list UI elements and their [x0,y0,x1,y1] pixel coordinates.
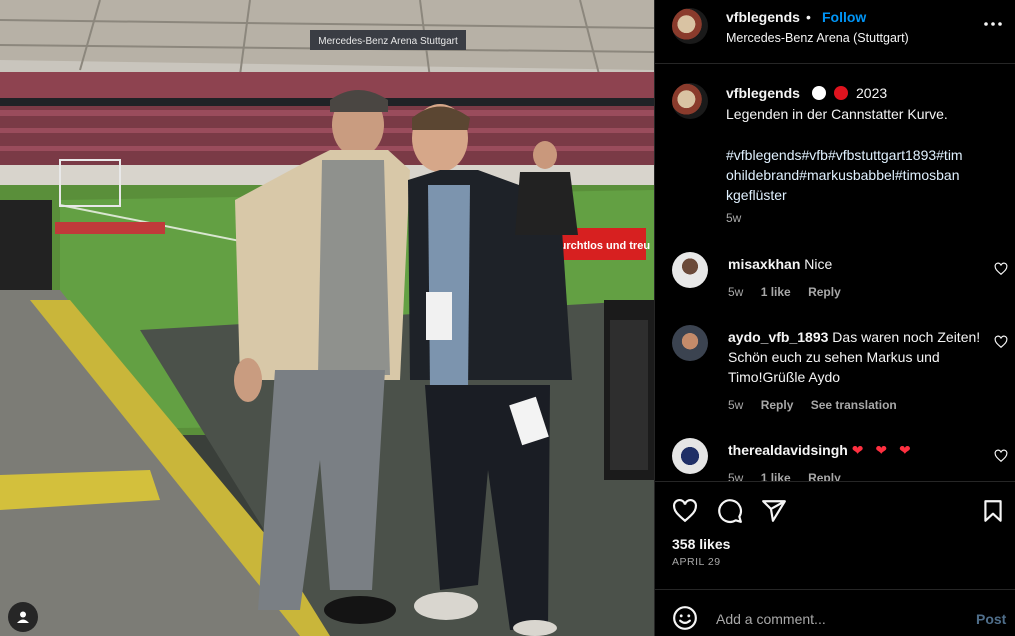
reply-button[interactable]: Reply [761,398,794,412]
post-button[interactable]: Post [976,611,1006,627]
add-comment-bar: Post [655,589,1015,636]
post-photo[interactable]: Mercedes-Benz Arena Stuttgart furchtlos … [0,0,654,636]
comment-username[interactable]: aydo_vfb_1893 [728,329,828,345]
see-translation-button[interactable]: See translation [811,398,897,412]
comment-input[interactable] [716,603,956,635]
bookmark-icon[interactable] [980,498,1006,524]
stadium-sign: Mercedes-Benz Arena Stuttgart [318,36,458,47]
follow-button[interactable]: Follow [822,9,866,25]
ad-board-text: furchtlos und treu [556,240,650,252]
post-actions: 358 likes APRIL 29 [655,481,1015,589]
comment-like-heart-icon[interactable] [994,449,1008,463]
comment-avatar[interactable] [672,438,708,474]
comment-text: Nice [804,256,833,272]
post-details-panel: vfblegends • Follow Mercedes-Benz Arena … [654,0,1015,636]
reply-button[interactable]: Reply [808,285,841,299]
author-username[interactable]: vfblegends [726,9,800,25]
author-avatar[interactable] [672,8,708,44]
comment-time[interactable]: 5w [728,398,743,412]
caption-hashtags[interactable]: #vfblegends#vfb#vfbstuttgart1893#timohil… [726,145,966,205]
more-options-icon[interactable] [981,14,1005,34]
separator-dot: • [806,9,811,25]
share-icon[interactable] [761,498,787,524]
tagged-user-icon[interactable] [8,602,38,632]
comment-icon[interactable] [717,498,743,524]
location-link[interactable]: Mercedes-Benz Arena (Stuttgart) [726,31,909,45]
comment-like-heart-icon[interactable] [994,335,1008,349]
comment-like-heart-icon[interactable] [994,262,1008,276]
heart-icon[interactable] [672,498,698,524]
caption-avatar[interactable] [672,83,708,119]
comment-time[interactable]: 5w [728,285,743,299]
comment-username[interactable]: misaxkhan [728,256,800,272]
red-circle-icon [834,86,848,100]
likes-count[interactable]: 358 likes [672,536,730,552]
comment-avatar[interactable] [672,325,708,361]
emoji-icon[interactable] [672,605,698,631]
post-date[interactable]: APRIL 29 [672,556,721,568]
post-header: vfblegends • Follow Mercedes-Benz Arena … [655,0,1015,64]
comment-likes[interactable]: 1 like [761,285,791,299]
caption-year: 2023 [856,85,888,101]
heart-emoji-text: ❤ ❤ ❤ [851,442,915,458]
caption-text: Legenden in der Cannstatter Kurve. [726,106,948,122]
stadium-photo: Mercedes-Benz Arena Stuttgart furchtlos … [0,0,654,636]
caption-username[interactable]: vfblegends [726,85,800,101]
comment-avatar[interactable] [672,252,708,288]
caption-time[interactable]: 5w [726,211,741,225]
comment-username[interactable]: therealdavidsingh [728,442,848,458]
white-circle-icon [812,86,826,100]
